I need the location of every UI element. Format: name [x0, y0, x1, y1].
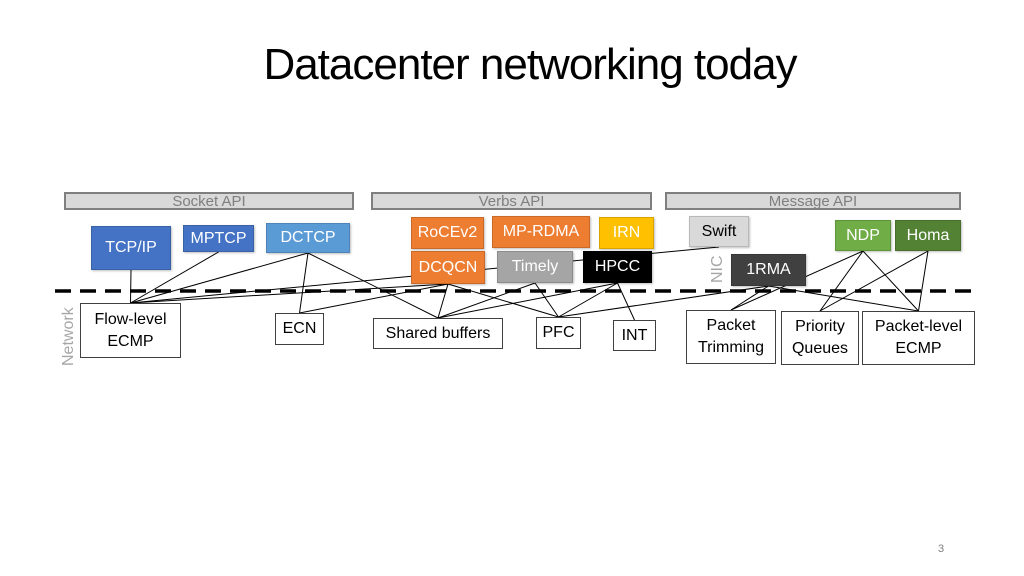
feature-packet-trimming: Packet Trimming — [686, 310, 776, 364]
socket-api-bar: Socket API — [64, 192, 354, 210]
feature-label: INT — [621, 326, 648, 344]
page-number: 3 — [938, 543, 945, 555]
protocol-label: MPTCP — [190, 229, 247, 247]
network-layer-label: Network — [60, 307, 77, 366]
feature-label: Packet Trimming — [697, 317, 765, 356]
protocol-swift: Swift — [689, 216, 749, 247]
feature-packet-level-ecmp: Packet-level ECMP — [862, 311, 975, 365]
protocol-label: Timely — [511, 258, 559, 275]
protocol-mptcp: MPTCP — [183, 225, 254, 252]
feature-pfc: PFC — [536, 317, 581, 349]
protocol-label: 1RMA — [746, 261, 791, 278]
protocol-label: IRN — [612, 224, 641, 241]
feature-label: ECN — [282, 320, 317, 337]
protocol-irn: IRN — [599, 217, 654, 249]
protocol-label: TCP/IP — [105, 239, 157, 256]
edge-ndp-prio — [819, 250, 864, 312]
protocol-label: Homa — [906, 226, 950, 244]
edge-homa-pktecmp — [918, 250, 929, 312]
protocol-label: HPCC — [594, 258, 641, 275]
edge-hpcc-pfc — [558, 282, 618, 318]
protocol-label: NDP — [846, 226, 880, 244]
feature-int: INT — [613, 320, 656, 351]
feature-label: PFC — [542, 324, 575, 341]
message-api-bar: Message API — [665, 192, 961, 210]
edge-dcqcn-shared — [437, 283, 449, 319]
protocol-dctcp: DCTCP — [266, 223, 350, 253]
protocol-1rma: 1RMA — [731, 254, 806, 286]
protocol-homa: Homa — [895, 220, 961, 251]
edge-timely-pfc — [534, 282, 559, 318]
protocol-hpcc: HPCC — [583, 251, 652, 283]
protocol-label: DCQCN — [418, 258, 478, 276]
connection-lines — [55, 246, 975, 321]
protocol-mprdma: MP-RDMA — [492, 216, 590, 248]
edge-tcpip-flowecmp — [130, 269, 132, 304]
feature-label: Priority Queues — [791, 318, 849, 357]
feature-label: Shared buffers — [385, 324, 491, 342]
protocol-label: RoCEv2 — [417, 224, 478, 241]
edge-timely-shared — [437, 282, 536, 319]
protocol-label: Swift — [701, 222, 737, 240]
protocol-dcqcn: DCQCN — [411, 251, 485, 284]
feature-shared-buffers: Shared buffers — [373, 318, 503, 349]
edge-dctcp-ecn — [299, 252, 309, 314]
feature-label: Flow-level ECMP — [94, 310, 167, 350]
protocol-ndp: NDP — [835, 220, 891, 251]
feature-ecn: ECN — [275, 313, 324, 345]
protocol-label: DCTCP — [280, 229, 336, 246]
feature-priority-queues: Priority Queues — [781, 311, 859, 365]
edge-dcqcn-pfc — [447, 283, 559, 318]
feature-label: Packet-level ECMP — [874, 318, 963, 357]
nic-layer-label: NIC — [709, 255, 726, 283]
protocol-label: MP-RDMA — [502, 223, 580, 240]
edge-ndp-pktecmp — [862, 250, 919, 312]
edge-homa-prio — [819, 250, 929, 312]
edge-hpcc-int — [617, 282, 635, 321]
feature-flow-level-ecmp: Flow-level ECMP — [80, 303, 181, 358]
verbs-api-bar: Verbs API — [371, 192, 652, 210]
protocol-rocev2: RoCEv2 — [411, 217, 484, 249]
protocol-tcpip: TCP/IP — [91, 226, 171, 270]
protocol-timely: Timely — [497, 251, 573, 283]
